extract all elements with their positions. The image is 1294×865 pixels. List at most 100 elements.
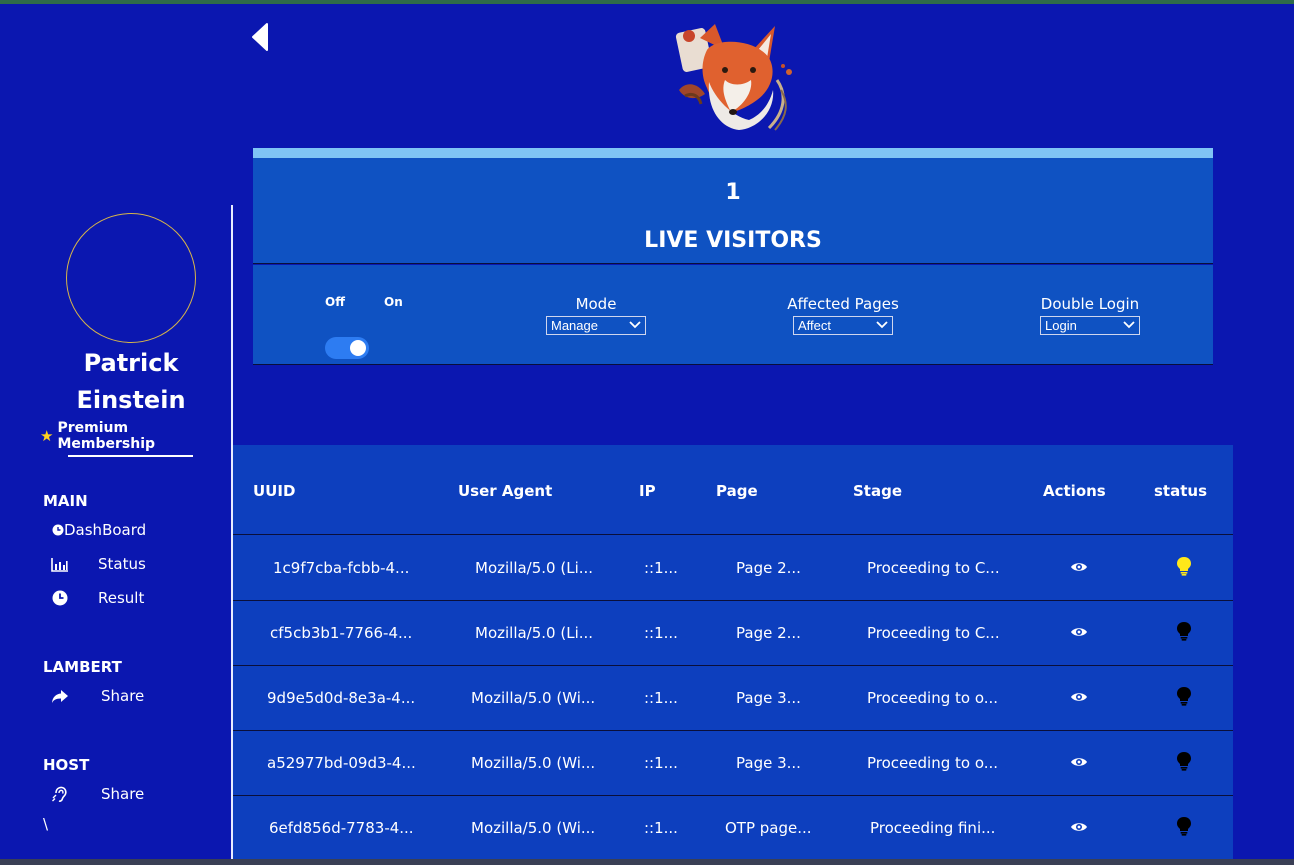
cell-page: Page 3... — [736, 754, 801, 772]
cell-uuid: cf5cb3b1-7766-4... — [270, 624, 413, 642]
share-arrow-icon — [50, 689, 70, 704]
column-header-uuid: UUID — [253, 482, 296, 500]
view-eye-icon[interactable] — [1070, 818, 1088, 836]
star-icon: ★ — [40, 427, 54, 445]
sidebar-item-label: Status — [98, 555, 146, 573]
view-eye-icon[interactable] — [1070, 623, 1088, 641]
mode-control: Mode Manage — [526, 295, 666, 335]
lightbulb-icon — [1175, 816, 1193, 836]
column-header-ip: IP — [639, 482, 656, 500]
affected-pages-select[interactable]: Affect — [793, 316, 893, 335]
avatar[interactable] — [66, 213, 196, 343]
caret-left-icon — [252, 23, 268, 51]
sidebar-item-dashboard[interactable]: DashBoard — [52, 519, 146, 541]
live-visitor-count: 1 — [725, 180, 741, 205]
table-row[interactable]: a52977bd-09d3-4... Mozilla/5.0 (Wi... ::… — [233, 731, 1233, 796]
cell-ip: ::1... — [644, 559, 678, 577]
lightbulb-icon — [1175, 556, 1193, 576]
cell-user-agent: Mozilla/5.0 (Li... — [475, 624, 594, 642]
window-bottom-border — [0, 859, 1294, 865]
sidebar-item-status[interactable]: Status — [50, 553, 146, 575]
sidebar-item-label: DashBoard — [64, 521, 147, 539]
sidebar-section-main: MAIN — [43, 492, 88, 510]
double-login-select[interactable]: Login — [1040, 316, 1140, 335]
ear-icon — [50, 785, 70, 803]
column-header-page: Page — [716, 482, 758, 500]
cell-user-agent: Mozilla/5.0 (Wi... — [471, 754, 596, 772]
sidebar-item-result[interactable]: Result — [50, 587, 144, 609]
lightbulb-icon — [1175, 686, 1193, 706]
table-row[interactable]: 6efd856d-7783-4... Mozilla/5.0 (Wi... ::… — [233, 796, 1233, 861]
affected-pages-select-value: Affect — [798, 318, 832, 333]
chevron-down-icon — [629, 320, 641, 332]
view-eye-icon[interactable] — [1070, 753, 1088, 771]
cell-stage: Proceeding fini... — [870, 819, 996, 837]
sidebar-item-label: Share — [101, 687, 145, 705]
table-row[interactable]: 9d9e5d0d-8e3a-4... Mozilla/5.0 (Wi... ::… — [233, 666, 1233, 731]
toggle-on-label: On — [384, 295, 403, 309]
clock-icon — [50, 590, 70, 606]
table-row[interactable]: cf5cb3b1-7766-4... Mozilla/5.0 (Li... ::… — [233, 601, 1233, 666]
affected-pages-control: Affected Pages Affect — [773, 295, 913, 335]
sidebar-item-label: Share — [101, 785, 145, 803]
cell-ip: ::1... — [644, 689, 678, 707]
cell-user-agent: Mozilla/5.0 (Wi... — [471, 819, 596, 837]
cell-page: Page 2... — [736, 624, 801, 642]
sidebar-item-lambert-share[interactable]: Share — [50, 685, 144, 707]
stray-text: \ — [43, 815, 49, 833]
live-visitors-panel: 1 LIVE VISITORS — [253, 158, 1213, 264]
controls-panel: Off On Mode Manage Affected Pages Affect… — [253, 265, 1213, 365]
sidebar-item-label: Result — [98, 589, 145, 607]
cell-stage: Proceeding to o... — [867, 689, 999, 707]
sidebar: Patrick Einstein ★ Premium Membership MA… — [0, 0, 233, 865]
affected-pages-label: Affected Pages — [787, 295, 899, 313]
toggle-off-label: Off — [325, 295, 345, 309]
clock-icon — [52, 524, 64, 536]
cell-stage: Proceeding to C... — [867, 624, 1000, 642]
cell-uuid: 6efd856d-7783-4... — [269, 819, 414, 837]
cell-ip: ::1... — [644, 819, 678, 837]
fox-logo — [665, 20, 805, 135]
sidebar-section-lambert: LAMBERT — [43, 658, 122, 676]
cell-user-agent: Mozilla/5.0 (Wi... — [471, 689, 596, 707]
profile-first-name: Patrick — [83, 349, 179, 377]
sidebar-item-host-share[interactable]: Share — [50, 783, 144, 805]
cell-page: Page 2... — [736, 559, 801, 577]
mode-select[interactable]: Manage — [546, 316, 646, 335]
cell-ip: ::1... — [644, 624, 678, 642]
chevron-down-icon — [1123, 320, 1135, 332]
view-eye-icon[interactable] — [1070, 558, 1088, 576]
bar-chart-icon — [50, 557, 70, 572]
cell-page: Page 3... — [736, 689, 801, 707]
lightbulb-icon — [1175, 751, 1193, 771]
cell-ip: ::1... — [644, 754, 678, 772]
visitors-table: UUID User Agent IP Page Stage Actions st… — [233, 445, 1233, 859]
column-header-stage: Stage — [853, 482, 903, 500]
cell-stage: Proceeding to C... — [867, 559, 1000, 577]
column-header-actions: Actions — [1043, 482, 1106, 500]
cell-user-agent: Mozilla/5.0 (Li... — [475, 559, 594, 577]
profile-divider — [68, 455, 193, 457]
membership-label: Premium Membership — [57, 420, 156, 452]
back-button[interactable] — [250, 22, 270, 52]
membership-badge: ★ Premium Membership — [40, 420, 230, 452]
chevron-down-icon — [876, 320, 888, 332]
cell-uuid: 1c9f7cba-fcbb-4... — [273, 559, 410, 577]
cell-stage: Proceeding to o... — [867, 754, 999, 772]
profile-last-name: Einstein — [76, 386, 186, 414]
lightbulb-icon — [1175, 621, 1193, 641]
double-login-select-value: Login — [1045, 318, 1077, 333]
double-login-label: Double Login — [1040, 295, 1140, 313]
cell-uuid: 9d9e5d0d-8e3a-4... — [267, 689, 416, 707]
view-eye-icon[interactable] — [1070, 688, 1088, 706]
table-header: UUID User Agent IP Page Stage Actions st… — [233, 445, 1233, 535]
double-login-control: Double Login Login — [1020, 295, 1160, 335]
cell-uuid: a52977bd-09d3-4... — [267, 754, 416, 772]
sidebar-section-host: HOST — [43, 756, 90, 774]
cell-page: OTP page... — [725, 819, 812, 837]
profile-name: Patrick Einstein — [30, 345, 232, 419]
table-row[interactable]: 1c9f7cba-fcbb-4... Mozilla/5.0 (Li... ::… — [233, 536, 1233, 601]
live-toggle-switch[interactable] — [325, 337, 369, 359]
mode-label: Mode — [575, 295, 617, 313]
mode-select-value: Manage — [551, 318, 598, 333]
